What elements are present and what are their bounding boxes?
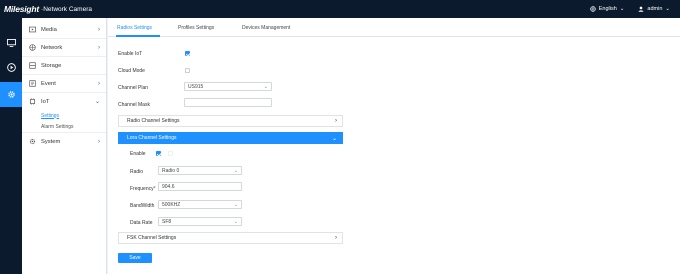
gear-icon (7, 91, 15, 98)
storage-icon (29, 62, 36, 69)
chevron-down-icon: ⌄ (94, 99, 100, 105)
globe-icon (590, 6, 596, 12)
channel-mask-label: Channel Mask (118, 102, 150, 108)
cloud-mode-label: Cloud Mode (118, 68, 145, 74)
frequency-input[interactable]: 904.6 (158, 182, 242, 191)
lora-enable-label: Enable (130, 151, 146, 157)
event-icon (29, 80, 36, 87)
iot-icon (29, 98, 36, 105)
product-name: ·Network Camera (41, 5, 92, 13)
user-icon (639, 6, 644, 12)
live-view-button[interactable] (0, 30, 22, 55)
bandwidth-label: BandWidth (130, 203, 155, 209)
tab-devices-management[interactable]: Devices Management (242, 25, 290, 31)
sidebar-item-storage[interactable]: Storage (22, 57, 106, 74)
chevron-down-icon: ⌄ (233, 202, 238, 208)
chevron-down-icon: ⌄ (263, 84, 268, 90)
data-rate-label: Data Rate (130, 220, 153, 226)
sidebar-subitem-alarm-settings[interactable]: Alarm Settings (22, 121, 106, 132)
monitor-icon (6, 38, 16, 47)
chevron-right-icon: › (98, 138, 100, 145)
chevron-down-icon: ⌄ (665, 6, 670, 12)
sidebar-item-media[interactable]: Media › (22, 21, 106, 38)
radio-channel-settings-bar[interactable]: Radio Channel Settings › (118, 115, 343, 127)
chevron-right-icon: › (98, 26, 100, 33)
fsk-channel-settings-bar[interactable]: FSK Channel Settings › (118, 232, 343, 244)
chevron-down-icon: ⌄ (619, 6, 625, 12)
chevron-right-icon: › (98, 44, 100, 51)
chevron-down-icon: ⌄ (331, 135, 337, 142)
frequency-label: Frequency* (130, 186, 156, 192)
system-icon (29, 138, 36, 145)
sidebar-subitem-settings[interactable]: Settings (22, 110, 106, 121)
channel-mask-input[interactable] (184, 98, 272, 107)
main-panel: Radios Settings Profiles Settings Device… (108, 18, 680, 274)
user-menu[interactable]: admin ⌄ (638, 6, 670, 12)
sidebar-item-network[interactable]: Network › (22, 39, 106, 56)
chevron-down-icon: ⌄ (233, 219, 238, 225)
bandwidth-select[interactable]: 500KHZ ⌄ (158, 200, 242, 209)
save-button[interactable]: Save (118, 253, 152, 263)
enable-iot-checkbox[interactable] (185, 51, 190, 56)
lora-channel-settings-bar[interactable]: Lora Channel Settings ⌄ (118, 132, 343, 144)
tab-profiles-settings[interactable]: Profiles Settings (178, 25, 214, 31)
channel-plan-label: Channel Plan (118, 85, 149, 91)
tab-radios-settings[interactable]: Radios Settings (117, 25, 152, 31)
enable-iot-label: Enable IoT (118, 51, 143, 57)
play-icon (6, 63, 16, 72)
chevron-right-icon: › (98, 80, 100, 87)
brand-logo: Milesight (4, 4, 40, 14)
tab-bar: Radios Settings Profiles Settings Device… (108, 18, 680, 37)
language-selector[interactable]: English ⌄ (590, 6, 625, 12)
cloud-mode-checkbox[interactable] (185, 68, 190, 73)
media-icon (29, 26, 36, 33)
top-bar: Milesight ·Network Camera English ⌄ admi… (0, 0, 680, 18)
settings-sidebar: Media › Network › Storage Event › IoT ⌄ … (22, 18, 107, 274)
lora-enable-disabled-box (168, 151, 173, 156)
chevron-right-icon: › (335, 118, 337, 124)
chevron-down-icon: ⌄ (233, 168, 238, 174)
settings-button[interactable] (0, 82, 22, 107)
channel-plan-select[interactable]: US915 ⌄ (184, 82, 272, 91)
lora-enable-checkbox[interactable] (156, 151, 161, 156)
sidebar-item-event[interactable]: Event › (22, 75, 106, 92)
chevron-right-icon: › (335, 235, 337, 241)
network-icon (29, 44, 36, 51)
playback-button[interactable] (0, 55, 22, 80)
sidebar-item-iot[interactable]: IoT ⌄ (22, 93, 106, 110)
sidebar-item-system[interactable]: System › (22, 133, 106, 150)
left-rail (0, 18, 22, 274)
active-tab-indicator (116, 35, 160, 37)
radio-label: Radio (130, 169, 144, 175)
radio-select[interactable]: Radio 0 ⌄ (158, 166, 242, 175)
data-rate-select[interactable]: SF8 ⌄ (158, 217, 242, 226)
